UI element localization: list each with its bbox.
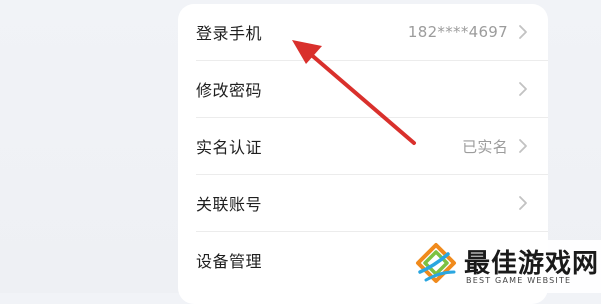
settings-item-label: 登录手机 [196,24,263,43]
chevron-right-icon [519,25,527,39]
settings-item-linked-accounts[interactable]: 关联账号 [178,175,548,231]
chevron-right-icon [519,82,527,96]
chevron-right-icon [519,196,527,210]
chevron-right-icon [519,139,527,153]
settings-item-label: 实名认证 [196,138,263,157]
settings-item-real-name-verification[interactable]: 实名认证 已实名 [178,118,548,174]
best-game-website-logo-icon [416,243,456,283]
settings-item-change-password[interactable]: 修改密码 [178,61,548,117]
settings-item-label: 关联账号 [196,195,263,214]
site-watermark: 最佳游戏网 BEST GAME WEBSITE [408,240,601,293]
watermark-title: 最佳游戏网 [464,249,600,279]
settings-item-label: 修改密码 [196,81,263,100]
watermark-subtitle: BEST GAME WEBSITE [466,276,572,285]
settings-item-login-phone[interactable]: 登录手机 182****4697 [178,4,548,60]
settings-item-value: 182****4697 [407,23,508,41]
settings-item-value: 已实名 [462,137,508,156]
settings-item-label: 设备管理 [196,252,263,271]
